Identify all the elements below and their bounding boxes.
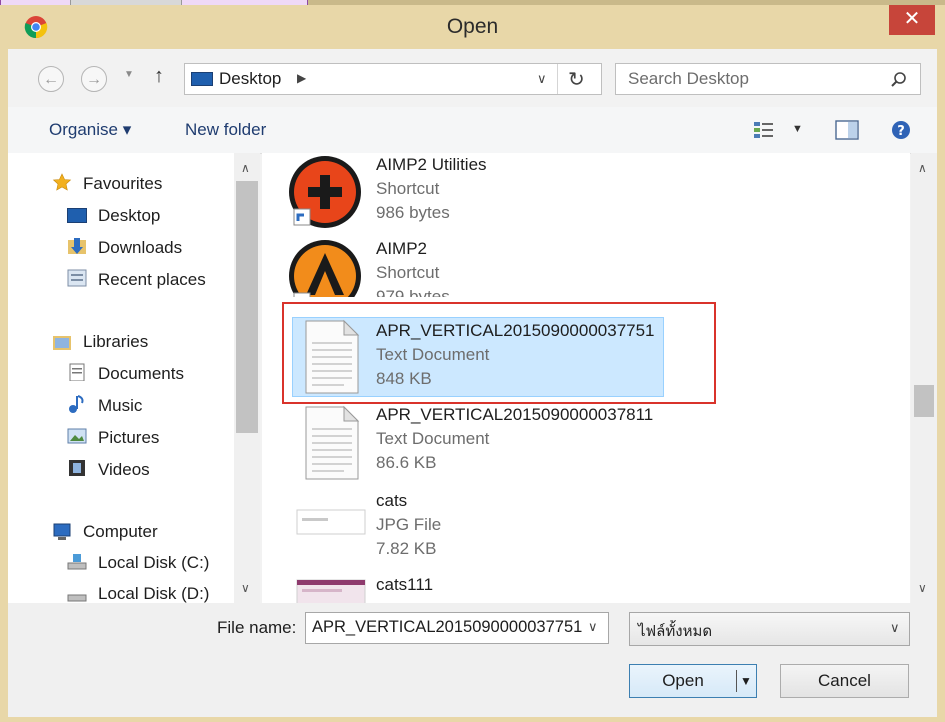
file-size: 986 bytes bbox=[376, 203, 450, 222]
address-bar[interactable]: Desktop ▶ ∨ ↻ bbox=[184, 63, 602, 95]
nav-videos[interactable]: Videos bbox=[98, 460, 150, 480]
nav-downloads[interactable]: Downloads bbox=[98, 238, 182, 258]
file-size: 86.6 KB bbox=[376, 453, 437, 472]
aimp-utilities-icon bbox=[289, 156, 361, 228]
scroll-up-icon[interactable]: ∧ bbox=[918, 161, 927, 175]
file-list[interactable]: AIMP2 Utilities Shortcut 986 bytes AIMP2… bbox=[262, 153, 910, 603]
file-type-value: ไฟล์ทั้งหมด bbox=[638, 623, 713, 640]
open-dialog: Open ✕ ← → ▼ ↑ Desktop ▶ ∨ ↻ Search Desk… bbox=[0, 5, 945, 722]
aimp-icon bbox=[289, 240, 361, 297]
search-box[interactable]: Search Desktop bbox=[615, 63, 921, 95]
open-button[interactable]: Open ▼ bbox=[629, 664, 757, 698]
file-type: JPG File bbox=[376, 515, 442, 534]
svg-text:?: ? bbox=[897, 124, 905, 139]
title-bar[interactable]: Open ✕ bbox=[0, 5, 945, 49]
change-view-icon[interactable] bbox=[753, 121, 775, 139]
file-name-label: File name: bbox=[217, 618, 297, 637]
search-placeholder: Search Desktop bbox=[628, 69, 749, 88]
nav-pictures[interactable]: Pictures bbox=[98, 428, 159, 448]
local-disk-icon bbox=[67, 594, 87, 602]
list-item[interactable]: APR_VERTICAL2015090000037811 Text Docume… bbox=[262, 403, 902, 483]
back-button[interactable]: ← bbox=[38, 66, 64, 92]
dialog-client: ← → ▼ ↑ Desktop ▶ ∨ ↻ Search Desktop Org… bbox=[8, 49, 937, 717]
file-type: Shortcut bbox=[376, 179, 440, 198]
open-dropdown-icon[interactable]: ▼ bbox=[740, 665, 752, 697]
refresh-icon[interactable]: ↻ bbox=[568, 67, 585, 92]
search-icon[interactable] bbox=[890, 71, 908, 89]
star-icon bbox=[52, 173, 72, 191]
downloads-folder-icon bbox=[68, 238, 86, 254]
file-name: cats bbox=[376, 491, 408, 510]
desktop-folder-icon bbox=[67, 208, 87, 223]
jpg-thumbnail-icon bbox=[296, 509, 366, 535]
nav-local-disk-d[interactable]: Local Disk (D:) bbox=[98, 584, 209, 604]
window-title: Open bbox=[446, 15, 499, 38]
file-size: 7.82 KB bbox=[376, 539, 437, 558]
nav-scrollbar[interactable]: ∧ ∨ bbox=[234, 153, 260, 603]
file-name: cats111 bbox=[376, 575, 434, 594]
recent-locations-chevron-icon[interactable]: ▼ bbox=[124, 69, 134, 80]
file-name: APR_VERTICAL2015090000037811 bbox=[376, 405, 654, 424]
computer-icon bbox=[53, 523, 71, 540]
close-button[interactable]: ✕ bbox=[889, 5, 935, 35]
documents-icon bbox=[69, 363, 85, 381]
command-bar: Organise ▾ New folder ▼ ? bbox=[8, 107, 937, 154]
open-split-divider bbox=[736, 670, 737, 692]
nav-computer[interactable]: Computer bbox=[83, 522, 158, 542]
nav-local-disk-c[interactable]: Local Disk (C:) bbox=[98, 553, 209, 573]
file-type: Shortcut bbox=[376, 263, 440, 282]
file-size: 979 bytes bbox=[376, 287, 450, 297]
nav-libraries[interactable]: Libraries bbox=[83, 332, 148, 352]
nav-favourites[interactable]: Favourites bbox=[83, 174, 162, 194]
up-arrow-icon[interactable]: ↑ bbox=[154, 65, 164, 88]
scroll-up-icon[interactable]: ∧ bbox=[241, 161, 250, 175]
forward-button[interactable]: → bbox=[81, 66, 107, 92]
desktop-folder-icon bbox=[191, 72, 213, 86]
nav-music[interactable]: Music bbox=[98, 396, 142, 416]
text-document-icon bbox=[305, 405, 360, 480]
list-item[interactable]: cats111 bbox=[262, 573, 902, 603]
nav-scroll-thumb[interactable] bbox=[236, 181, 258, 433]
open-button-label: Open bbox=[662, 671, 704, 690]
preview-pane-icon[interactable] bbox=[835, 120, 859, 140]
file-name-combobox[interactable]: APR_VERTICAL2015090000037751 ∨ bbox=[305, 612, 609, 644]
cancel-button[interactable]: Cancel bbox=[780, 664, 909, 698]
file-name: AIMP2 bbox=[376, 239, 428, 258]
file-type: Text Document bbox=[376, 429, 490, 448]
nav-recent-places[interactable]: Recent places bbox=[98, 270, 206, 290]
address-divider bbox=[557, 64, 558, 94]
videos-icon bbox=[69, 460, 85, 476]
local-disk-icon bbox=[67, 554, 87, 570]
navigation-pane[interactable]: Favourites Desktop Downloads Recent plac… bbox=[8, 153, 260, 603]
music-icon bbox=[69, 395, 84, 413]
list-item[interactable]: cats JPG File 7.82 KB bbox=[262, 489, 902, 569]
libraries-icon bbox=[53, 336, 71, 350]
new-folder-button[interactable]: New folder bbox=[185, 120, 266, 140]
view-options-chevron-icon[interactable]: ▼ bbox=[792, 123, 803, 135]
breadcrumb-chevron-icon[interactable]: ▶ bbox=[297, 71, 306, 85]
file-name-dropdown-icon[interactable]: ∨ bbox=[588, 619, 598, 635]
jpg-thumbnail-icon bbox=[296, 579, 366, 603]
nav-desktop[interactable]: Desktop bbox=[98, 206, 160, 226]
list-item[interactable]: AIMP2 Utilities Shortcut 986 bytes bbox=[262, 153, 902, 233]
file-name-input[interactable]: APR_VERTICAL2015090000037751 bbox=[312, 618, 582, 637]
highlight-box bbox=[282, 302, 716, 404]
nav-documents[interactable]: Documents bbox=[98, 364, 184, 384]
file-type-dropdown-icon[interactable]: ∨ bbox=[890, 620, 900, 636]
recent-places-icon bbox=[67, 269, 87, 287]
file-scrollbar[interactable]: ∧ ∨ bbox=[911, 153, 937, 603]
file-scroll-thumb[interactable] bbox=[914, 385, 934, 417]
list-item[interactable]: AIMP2 Shortcut 979 bytes bbox=[262, 237, 902, 297]
organise-menu[interactable]: Organise ▾ bbox=[49, 120, 131, 140]
scroll-down-icon[interactable]: ∨ bbox=[918, 581, 927, 595]
file-name: AIMP2 Utilities bbox=[376, 155, 487, 174]
file-type-select[interactable]: ไฟล์ทั้งหมด ∨ bbox=[629, 612, 910, 646]
help-icon[interactable]: ? bbox=[891, 120, 911, 140]
address-location[interactable]: Desktop bbox=[219, 69, 281, 89]
pictures-icon bbox=[67, 428, 87, 444]
address-dropdown-icon[interactable]: ∨ bbox=[537, 71, 547, 87]
scroll-down-icon[interactable]: ∨ bbox=[241, 581, 250, 595]
bottom-panel: File name: APR_VERTICAL2015090000037751 … bbox=[8, 603, 937, 717]
